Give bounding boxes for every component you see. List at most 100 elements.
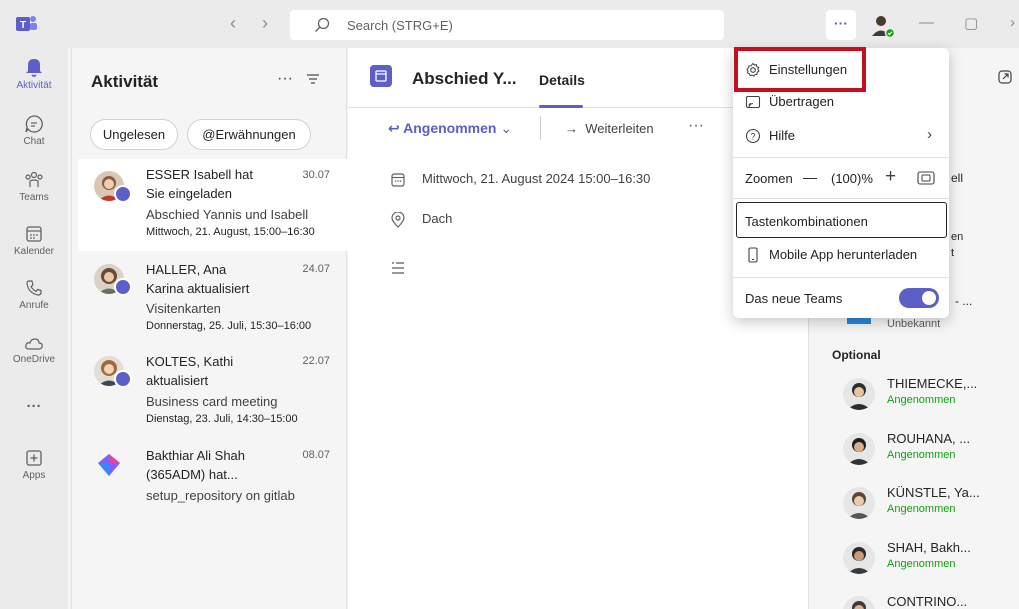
zoom-out-button[interactable]: — xyxy=(803,169,817,185)
participant-name: THIEMECKE,... xyxy=(887,376,978,391)
activity-pane: Aktivität ··· Ungelesen @Erwähnungen ESS… xyxy=(71,48,348,609)
activity-time: Dienstag, 23. Juli, 14:30–15:00 xyxy=(146,413,298,425)
activity-time: Mittwoch, 21. August, 15:00–16:30 xyxy=(146,226,315,238)
menu-label: Das neue Teams xyxy=(745,291,843,306)
arrow-right-icon: → xyxy=(565,121,586,136)
activity-item[interactable]: ESSER Isabell hat Sie eingeladen Abschie… xyxy=(78,159,348,251)
rail-apps[interactable]: Apps xyxy=(0,448,68,481)
activity-subject: Abschied Yannis und Isabell xyxy=(146,207,309,222)
teams-icon xyxy=(25,171,43,187)
zoom-value: (100)% xyxy=(831,171,873,186)
activity-line: HALLER, Ana xyxy=(146,262,227,277)
filter-mentions-chip[interactable]: @Erwähnungen xyxy=(187,119,311,150)
settings-more-button[interactable]: ··· xyxy=(826,10,856,40)
forward-button[interactable]: → Weiterleiten xyxy=(565,121,654,136)
chevron-right-icon: › xyxy=(927,126,932,143)
menu-label: Mobile App herunterladen xyxy=(769,247,918,262)
rail-label: Aktivität xyxy=(16,80,52,91)
hidden-text-fragment: ell xyxy=(951,171,964,185)
activity-date: 08.07 xyxy=(302,449,330,461)
activity-date: 22.07 xyxy=(302,355,330,367)
location-icon xyxy=(391,212,405,228)
search-icon xyxy=(315,17,330,32)
forward-button[interactable]: › xyxy=(262,13,268,34)
search-input[interactable]: Search (STRG+E) xyxy=(290,10,724,40)
rail-label: Teams xyxy=(19,192,49,203)
menu-item-zoom: Zoomen — (100)% + xyxy=(733,164,949,194)
close-button[interactable]: › xyxy=(1010,14,1015,31)
app-rail: Aktivität Chat Teams Kalender Anrufe One… xyxy=(0,48,68,609)
teams-logo-icon: T xyxy=(16,16,37,31)
avatar xyxy=(843,596,875,609)
activity-line: Bakthiar Ali Shah xyxy=(146,448,246,463)
fullscreen-icon[interactable] xyxy=(917,171,935,185)
hidden-text-fragment: Unbekannt xyxy=(887,318,941,330)
filter-unread-chip[interactable]: Ungelesen xyxy=(90,119,178,150)
filter-icon[interactable] xyxy=(306,73,320,85)
rail-label: OneDrive xyxy=(12,354,56,365)
participant-name: ROUHANA, ... xyxy=(887,431,971,446)
activity-item[interactable]: Bakthiar Ali Shah (365ADM) hat... setup_… xyxy=(78,442,348,512)
help-icon: ? xyxy=(745,128,761,144)
participant-name: CONTRINO... xyxy=(887,594,968,609)
calendar-badge-icon xyxy=(114,278,132,296)
bell-icon xyxy=(26,59,42,77)
rsvp-accepted-button[interactable]: ↩ Angenommen ⌄ xyxy=(388,120,512,137)
forward-label: Weiterleiten xyxy=(585,121,654,136)
rail-label: Chat xyxy=(23,136,45,147)
participant[interactable]: KÜNSTLE, Ya... Angenommen xyxy=(843,483,1019,523)
rail-label: Anrufe xyxy=(19,300,49,311)
rail-activity[interactable]: Aktivität xyxy=(0,56,68,91)
participant[interactable]: ROUHANA, ... Angenommen xyxy=(843,429,1019,469)
activity-line: Karina aktualisiert xyxy=(146,281,250,296)
participant-name: SHAH, Bakh... xyxy=(887,540,971,555)
rail-calls[interactable]: Anrufe xyxy=(0,278,68,311)
search-placeholder: Search (STRG+E) xyxy=(347,18,453,33)
activity-line: (365ADM) hat... xyxy=(146,467,238,482)
location-text: Dach xyxy=(422,211,453,226)
popout-icon[interactable] xyxy=(998,70,1012,84)
avatar xyxy=(843,378,875,410)
datetime-text: Mittwoch, 21. August 2024 15:00–16:30 xyxy=(422,171,651,186)
menu-divider xyxy=(733,277,949,278)
activity-line: aktualisiert xyxy=(146,373,209,388)
participant-status: Angenommen xyxy=(887,449,956,461)
highlight-box xyxy=(734,47,866,92)
activity-item[interactable]: HALLER, Ana Karina aktualisiert Visitenk… xyxy=(78,256,348,344)
reply-icon: ↩ xyxy=(388,120,404,136)
rail-calendar[interactable]: Kalender xyxy=(0,224,68,257)
participant-name: KÜNSTLE, Ya... xyxy=(887,485,980,500)
rail-onedrive[interactable]: OneDrive xyxy=(0,336,68,365)
zoom-in-button[interactable]: + xyxy=(885,166,896,188)
activity-title: Aktivität xyxy=(91,72,159,91)
minimize-button[interactable]: — xyxy=(919,14,934,31)
participant[interactable]: CONTRINO... xyxy=(843,592,1019,609)
participant-status: Angenommen xyxy=(887,503,956,515)
rail-more-button[interactable]: ··· xyxy=(0,398,68,415)
participant-status: Angenommen xyxy=(887,394,956,406)
activity-date: 30.07 xyxy=(302,169,330,181)
maximize-button[interactable]: ▢ xyxy=(964,14,978,32)
apps-icon xyxy=(26,450,42,466)
chat-icon xyxy=(25,115,43,133)
participant[interactable]: SHAH, Bakh... Angenommen xyxy=(843,538,1019,578)
back-button[interactable]: ‹ xyxy=(230,13,236,34)
participant[interactable]: THIEMECKE,... Angenommen xyxy=(843,374,1019,414)
activity-subject: setup_repository on gitlab xyxy=(146,488,295,503)
activity-more-button[interactable]: ··· xyxy=(277,70,293,88)
menu-item-help[interactable]: ? Hilfe › xyxy=(733,122,949,150)
avatar xyxy=(843,487,875,519)
phone-icon xyxy=(26,280,42,296)
menu-item-cast[interactable]: Übertragen xyxy=(733,88,949,116)
activity-item[interactable]: KOLTES, Kathi aktualisiert Business card… xyxy=(78,348,348,438)
rail-chat[interactable]: Chat xyxy=(0,114,68,147)
activity-date: 24.07 xyxy=(302,263,330,275)
focus-outline xyxy=(736,202,947,238)
tab-details[interactable]: Details xyxy=(539,72,585,88)
rail-teams[interactable]: Teams xyxy=(0,170,68,203)
menu-item-mobile-app[interactable]: Mobile App herunterladen xyxy=(733,241,949,269)
profile-avatar[interactable] xyxy=(869,12,895,38)
meeting-more-button[interactable]: ··· xyxy=(688,117,704,135)
new-teams-toggle[interactable] xyxy=(899,288,939,308)
app-logo-icon xyxy=(98,454,120,476)
